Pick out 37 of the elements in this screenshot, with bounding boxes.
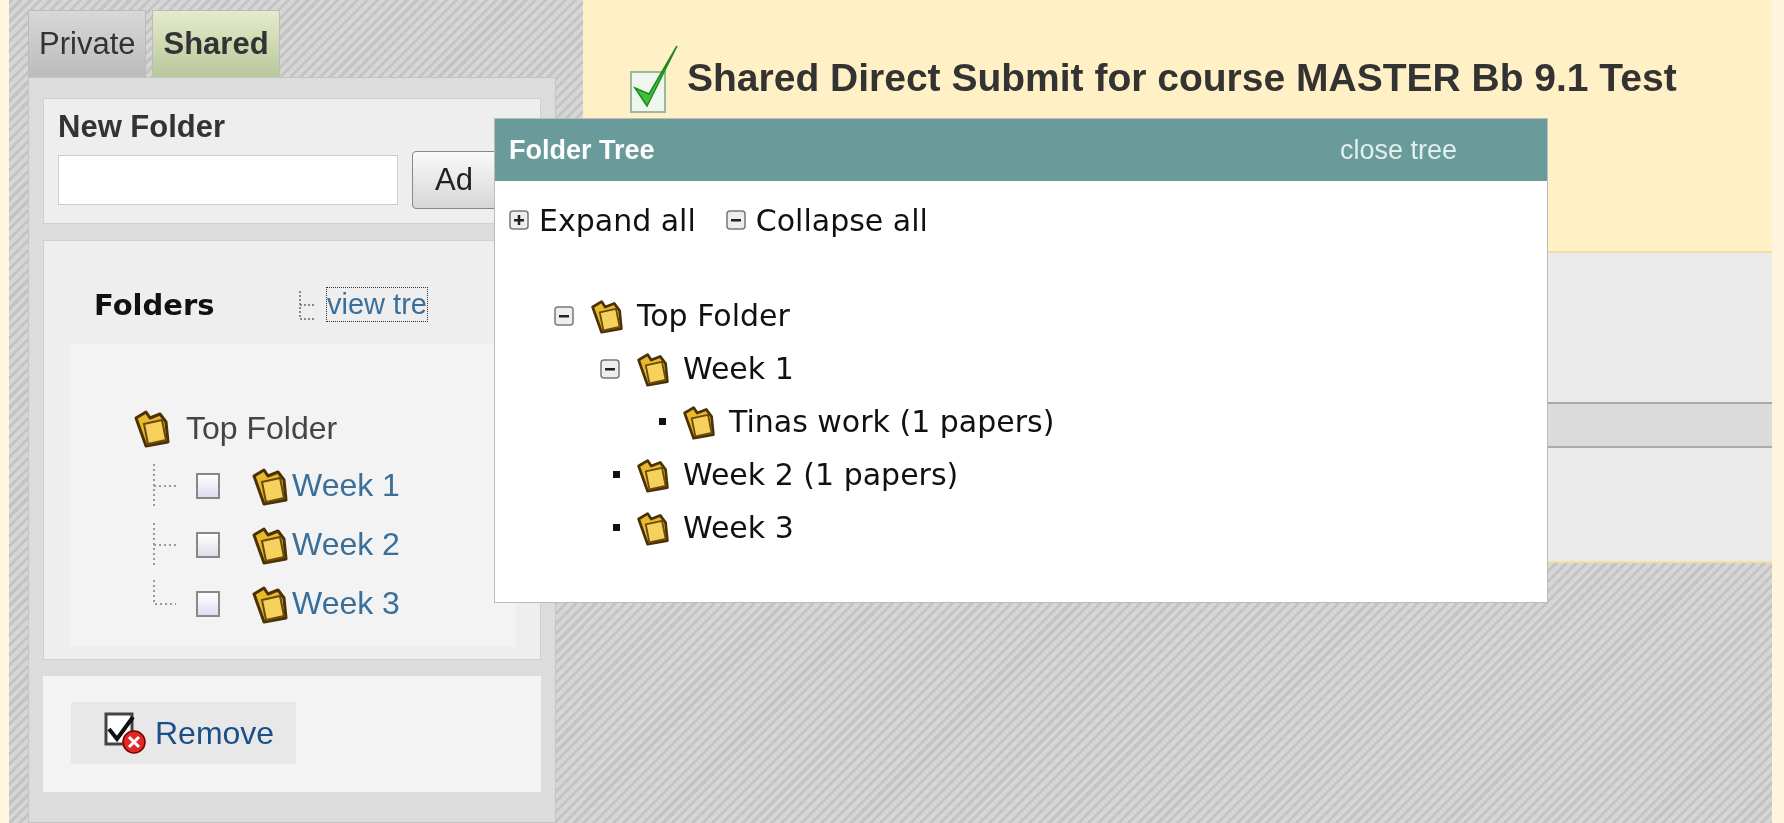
checkbox[interactable] bbox=[196, 531, 220, 558]
checkbox[interactable] bbox=[196, 472, 220, 499]
tree-node-label[interactable]: Tinas work (1 papers) bbox=[729, 404, 1055, 439]
folder-link[interactable]: Week 3 bbox=[292, 585, 400, 622]
bullet-icon bbox=[613, 471, 620, 478]
plus-box-icon bbox=[509, 210, 529, 230]
checkbox[interactable] bbox=[196, 590, 220, 617]
tree-node-label[interactable]: Week 3 bbox=[683, 510, 794, 545]
folder-name-field[interactable] bbox=[58, 155, 398, 205]
popup-title: Folder Tree bbox=[509, 134, 655, 166]
folder-icon bbox=[635, 350, 671, 387]
folder-icon bbox=[589, 297, 625, 334]
remove-button[interactable]: Remove bbox=[71, 702, 297, 764]
tree-icon bbox=[298, 288, 316, 321]
tree-node-label[interactable]: Week 2 (1 papers) bbox=[683, 457, 959, 492]
field-label: New Folder bbox=[58, 109, 227, 145]
folder-icon bbox=[681, 403, 717, 440]
bullet-icon bbox=[659, 418, 666, 425]
tree-node-label[interactable]: Top Folder bbox=[637, 298, 790, 333]
remove-check-icon bbox=[103, 711, 147, 755]
tree-line bbox=[152, 578, 178, 606]
folder-icon bbox=[132, 408, 172, 448]
page-title: Shared Direct Submit for course MASTER Bb 9.1 Test bbox=[687, 56, 1677, 100]
view-tree-link[interactable]: view tre bbox=[326, 287, 428, 322]
tab[interactable]: Shared bbox=[152, 10, 280, 77]
collapse-all-link[interactable]: Collapse all bbox=[725, 202, 928, 238]
expand-all-link[interactable]: Expand all bbox=[509, 202, 696, 238]
folder-link[interactable]: Week 2 bbox=[292, 526, 400, 563]
tree-node-label[interactable]: Week 1 bbox=[683, 351, 794, 386]
bullet-icon bbox=[613, 524, 620, 531]
tab[interactable]: Private bbox=[28, 10, 147, 77]
root-folder-label: Top Folder bbox=[186, 409, 338, 447]
folder-link[interactable]: Week 1 bbox=[292, 467, 400, 504]
minus-box-icon bbox=[725, 210, 746, 230]
section-title: Folders bbox=[94, 287, 216, 322]
folder-icon bbox=[635, 456, 671, 493]
folder-icon bbox=[635, 509, 671, 546]
